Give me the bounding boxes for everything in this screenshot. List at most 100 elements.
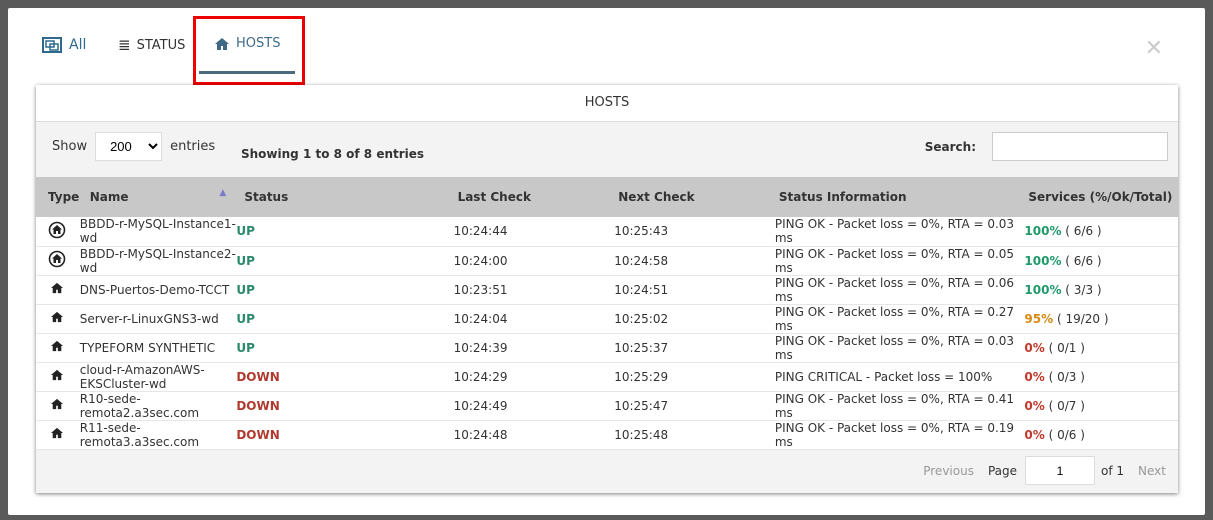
services-percent: 0% — [1024, 427, 1045, 442]
entries-info: Showing 1 to 8 of 8 entries — [241, 147, 425, 161]
last-check: 10:24:49 — [453, 391, 615, 421]
search-input[interactable] — [992, 132, 1168, 161]
host-status: DOWN — [236, 362, 454, 392]
services-percent: 95% — [1024, 311, 1054, 326]
services-percent: 0% — [1024, 398, 1045, 413]
all-icon — [42, 37, 62, 53]
host-name[interactable]: TYPEFORM SYNTHETIC — [79, 333, 237, 363]
services-cell: 100% ( 3/3 ) — [1024, 275, 1178, 305]
home-icon — [50, 311, 64, 326]
services-count: ( 0/3 ) — [1048, 369, 1085, 384]
page-size-control: Show 200 entries — [52, 132, 215, 161]
column-header[interactable]: Services (%/Ok/Total) — [1024, 177, 1178, 217]
next-button[interactable]: Next — [1138, 464, 1166, 478]
services-percent: 100% — [1024, 282, 1062, 297]
status-information: PING OK - Packet loss = 0%, RTA = 0.27 m… — [774, 304, 1025, 334]
search-control: Search: — [925, 132, 1168, 161]
status-information: PING OK - Packet loss = 0%, RTA = 0.05 m… — [774, 246, 1025, 276]
tab-status[interactable]: ≣ STATUS — [118, 36, 185, 54]
entries-label: entries — [170, 139, 216, 154]
next-check: 10:25:29 — [614, 362, 775, 392]
home-icon — [50, 282, 64, 297]
host-name[interactable]: DNS-Puertos-Demo-TCCT — [79, 275, 237, 305]
tab-bar: All ≣ STATUS HOSTS ✕ — [8, 8, 1205, 88]
home-icon — [50, 369, 64, 384]
services-cell: 0% ( 0/6 ) — [1024, 420, 1178, 450]
table-row[interactable]: R10-sede-remota2.a3sec.com DOWN 10:24:49… — [36, 391, 1178, 421]
next-check: 10:24:58 — [614, 246, 775, 276]
host-status: UP — [236, 333, 454, 363]
services-percent: 100% — [1024, 224, 1062, 239]
pagination: Previous Page of 1 Next — [923, 456, 1166, 485]
column-header[interactable]: Name ▲ — [79, 177, 237, 217]
last-check: 10:24:04 — [453, 304, 615, 334]
panel-title: HOSTS — [36, 85, 1178, 122]
host-name[interactable]: R10-sede-remota2.a3sec.com — [79, 391, 237, 421]
services-cell: 0% ( 0/3 ) — [1024, 362, 1178, 392]
table-row[interactable]: cloud-r-AmazonAWS-EKSCluster-wd DOWN 10:… — [36, 362, 1178, 392]
last-check: 10:24:39 — [453, 333, 615, 363]
table-row[interactable]: R11-sede-remota3.a3sec.com DOWN 10:24:48… — [36, 420, 1178, 450]
last-check: 10:24:29 — [453, 362, 615, 392]
host-name[interactable]: BBDD-r-MySQL-Instance1-wd — [79, 217, 237, 247]
hosts-table: Type Name ▲ Status Last Check Next Check Statu… — [36, 177, 1178, 450]
host-name[interactable]: cloud-r-AmazonAWS-EKSCluster-wd — [79, 362, 237, 392]
services-cell: 0% ( 0/1 ) — [1024, 333, 1178, 363]
next-check: 10:25:47 — [614, 391, 775, 421]
column-header[interactable]: Next Check — [614, 177, 775, 217]
sort-asc-icon[interactable]: ▲ — [209, 188, 226, 198]
hosts-modal: All ≣ STATUS HOSTS ✕ HOSTS Show 200 entr… — [8, 8, 1205, 515]
services-cell: 100% ( 6/6 ) — [1024, 217, 1178, 247]
status-information: PING OK - Packet loss = 0%, RTA = 0.41 m… — [774, 391, 1025, 421]
previous-button[interactable]: Previous — [923, 464, 974, 478]
last-check: 10:23:51 — [453, 275, 615, 305]
services-percent: 0% — [1024, 340, 1045, 355]
page-label: Page — [987, 463, 1018, 478]
page-size-select[interactable]: 200 — [95, 132, 163, 161]
host-name[interactable]: Server-r-LinuxGNS3-wd — [79, 304, 237, 334]
table-row[interactable]: TYPEFORM SYNTHETIC UP 10:24:39 10:25:37 … — [36, 333, 1178, 363]
table-row[interactable]: DNS-Puertos-Demo-TCCT UP 10:23:51 10:24:… — [36, 275, 1178, 305]
table-row[interactable]: BBDD-r-MySQL-Instance1-wd UP 10:24:44 10… — [36, 217, 1178, 247]
tab-all[interactable]: All — [41, 36, 86, 54]
show-label: Show — [52, 139, 88, 154]
host-status: UP — [236, 246, 454, 276]
host-status: UP — [236, 275, 454, 305]
next-check: 10:25:02 — [614, 304, 775, 334]
status-information: PING OK - Packet loss = 0%, RTA = 0.06 m… — [774, 275, 1025, 305]
page-total: of 1 — [1101, 463, 1125, 478]
next-check: 10:25:37 — [614, 333, 775, 363]
table-row[interactable]: Server-r-LinuxGNS3-wd UP 10:24:04 10:25:… — [36, 304, 1178, 334]
host-name[interactable]: BBDD-r-MySQL-Instance2-wd — [79, 246, 237, 276]
search-label: Search: — [924, 139, 976, 154]
highlight-box — [193, 16, 305, 85]
page-input[interactable] — [1025, 456, 1096, 485]
column-header[interactable]: Status — [236, 177, 454, 217]
status-information: PING OK - Packet loss = 0%, RTA = 0.03 m… — [774, 333, 1025, 363]
services-count: ( 3/3 ) — [1065, 282, 1102, 297]
services-cell: 100% ( 6/6 ) — [1024, 246, 1178, 276]
last-check: 10:24:48 — [453, 420, 615, 450]
status-information: PING OK - Packet loss = 0%, RTA = 0.19 m… — [774, 420, 1025, 450]
host-status: DOWN — [236, 420, 454, 450]
host-status: DOWN — [236, 391, 454, 421]
circled-home-icon — [48, 250, 66, 271]
close-icon[interactable]: ✕ — [1145, 36, 1163, 61]
next-check: 10:24:51 — [614, 275, 775, 305]
list-icon: ≣ — [118, 36, 131, 54]
services-count: ( 19/20 ) — [1056, 311, 1109, 326]
host-name[interactable]: R11-sede-remota3.a3sec.com — [79, 420, 237, 450]
services-count: ( 0/7 ) — [1048, 398, 1085, 413]
circled-home-icon — [48, 221, 66, 242]
services-percent: 0% — [1024, 369, 1045, 384]
column-header[interactable]: Status Information — [774, 177, 1025, 217]
column-header[interactable]: Last Check — [453, 177, 615, 217]
home-icon — [50, 340, 64, 355]
services-cell: 95% ( 19/20 ) — [1024, 304, 1178, 334]
table-row[interactable]: BBDD-r-MySQL-Instance2-wd UP 10:24:00 10… — [36, 246, 1178, 276]
services-count: ( 6/6 ) — [1065, 224, 1102, 239]
tab-status-label: STATUS — [136, 37, 186, 53]
column-header[interactable]: Type — [36, 177, 80, 217]
last-check: 10:24:00 — [453, 246, 615, 276]
services-count: ( 0/1 ) — [1048, 340, 1085, 355]
